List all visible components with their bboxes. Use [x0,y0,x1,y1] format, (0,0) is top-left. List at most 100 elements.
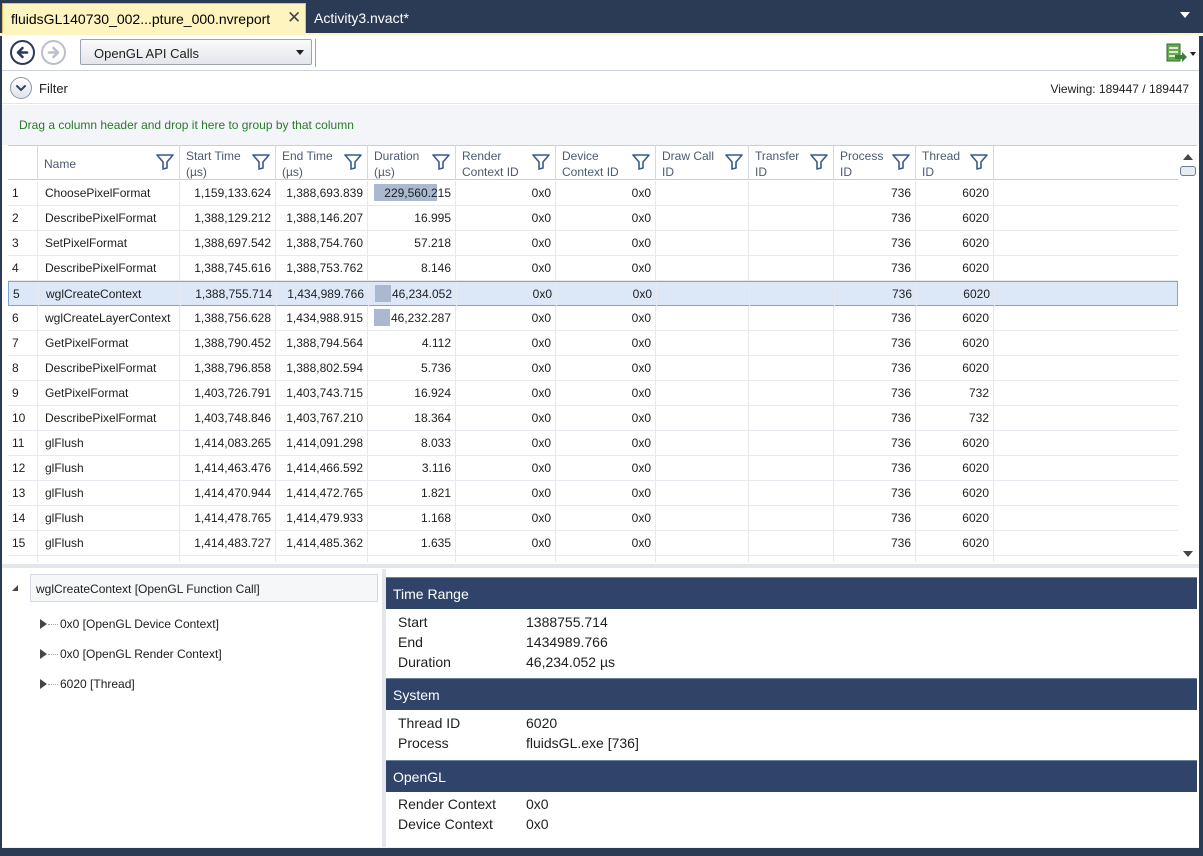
column-header[interactable]: Device Context ID [556,146,656,180]
cell-start: 1,388,755.714 [181,282,277,307]
document-tab-strip: fluidsGL140730_002...pture_000.nvreport … [0,0,1203,34]
cell-draw [657,282,750,307]
group-by-panel[interactable]: Drag a column header and drop it here to… [2,105,1199,145]
column-header[interactable]: Transfer ID [749,146,834,180]
row-index: 4 [8,256,38,281]
table-row[interactable]: 16glFlush1,414,489.1251,414,490.2281.103… [8,556,1178,562]
horizontal-splitter[interactable] [2,564,1199,568]
table-row[interactable]: 12 glFlush 1,414,463.476 1,414,466.592 3.116… [8,456,1178,481]
prop-thread-id: Thread ID 6020 [386,713,1197,733]
collapse-triangle-icon[interactable] [12,585,18,591]
column-header[interactable]: End Time (µs) [276,146,368,180]
cell-device: 0x0 [556,181,656,206]
column-header[interactable]: Draw Call ID [656,146,749,180]
filter-funnel-icon[interactable] [632,154,650,170]
column-header[interactable]: Duration (µs) [368,146,456,180]
table-row[interactable]: 4 DescribePixelFormat 1,388,745.616 1,388,7… [8,256,1178,281]
filter-funnel-icon[interactable] [156,154,174,170]
table-row[interactable]: 14 glFlush 1,414,478.765 1,414,479.933 1.168… [8,506,1178,531]
cell-duration: 57.218 [368,231,456,256]
cell-end: 1,414,485.362 [276,531,368,556]
expand-triangle-icon[interactable] [40,619,47,629]
table-row[interactable]: 2 DescribePixelFormat 1,388,129.212 1,388,1… [8,206,1178,231]
column-header[interactable]: Start Time (µs) [180,146,276,180]
cell-device: 0x0 [556,356,656,381]
table-row[interactable]: 13 glFlush 1,414,470.944 1,414,472.765 1.821… [8,481,1178,506]
filter-funnel-icon[interactable] [432,154,450,170]
column-header-line1: Thread [922,149,961,163]
table-row[interactable]: 5 wglCreateContext 1,388,755.714 1,434,989.… [8,281,1178,307]
filter-expand-button[interactable] [10,77,32,99]
cell-process: 736 [834,531,916,556]
column-header[interactable]: Name [38,146,180,180]
column-header[interactable]: Render Context ID [456,146,556,180]
prop-value: 6020 [526,715,558,731]
tab-overflow-chevron-icon[interactable] [1180,12,1190,18]
scrollbar-thumb[interactable] [1180,166,1196,176]
tree-node-device-context[interactable]: 0x0 [OpenGL Device Context] [38,613,368,637]
column-header-label: Thread ID [922,148,1012,180]
filter-funnel-icon[interactable] [252,154,270,170]
prop-value: 0x0 [526,796,549,812]
filter-funnel-icon[interactable] [892,154,910,170]
filter-funnel-icon[interactable] [810,154,828,170]
column-header-line1: Draw Call [662,149,715,163]
table-row[interactable]: 9 GetPixelFormat 1,403,726.791 1,403,743.71… [8,381,1178,406]
table-row[interactable]: 1 ChoosePixelFormat 1,159,133.624 1,388,693… [8,181,1178,206]
filter-funnel-icon[interactable] [344,154,362,170]
row-index: 11 [8,431,38,456]
cell-transfer [749,456,834,481]
expand-triangle-icon[interactable] [40,679,47,689]
filter-funnel-icon[interactable] [725,154,743,170]
cell-duration: 1.168 [368,506,456,531]
filter-funnel-icon[interactable] [970,154,988,170]
section-time-range[interactable]: Time Range [386,577,1197,609]
cell-device: 0x0 [556,531,656,556]
cell-thread: 6020 [916,331,994,356]
column-header[interactable]: Process ID [834,146,916,180]
close-icon[interactable]: ✕ [287,9,301,26]
expand-triangle-icon[interactable] [40,649,47,659]
column-header[interactable]: Thread ID [916,146,994,180]
cell-start: 1,403,748.846 [180,406,276,431]
filter-funnel-icon[interactable] [532,154,550,170]
table-row[interactable]: 10 DescribePixelFormat 1,403,748.846 1,403,… [8,406,1178,431]
cell-render: 0x0 [456,331,556,356]
cell-draw [656,506,749,531]
table-row[interactable]: 6 wglCreateLayerContext 1,388,756.628 1,434… [8,306,1178,331]
view-selector-dropdown[interactable]: OpenGL API Calls [80,39,312,65]
cell-duration: 18.364 [368,406,456,431]
row-index: 12 [8,456,38,481]
duration-bar [374,309,390,326]
table-row[interactable]: 7 GetPixelFormat 1,388,790.452 1,388,794.56… [8,331,1178,356]
cell-transfer [749,481,834,506]
table-row[interactable]: 11 glFlush 1,414,083.265 1,414,091.298 8.033… [8,431,1178,456]
table-row[interactable]: 8 DescribePixelFormat 1,388,796.858 1,388,8… [8,356,1178,381]
section-system[interactable]: System [386,678,1197,710]
tree-node-thread[interactable]: 6020 [Thread] [38,673,368,697]
status-strip [0,848,1203,856]
tree-node-render-context[interactable]: 0x0 [OpenGL Render Context] [38,643,368,667]
tab-nvact[interactable]: Activity3.nvact* [308,3,428,33]
scroll-down-icon[interactable] [1183,551,1193,557]
cell-process: 736 [834,556,916,562]
cell-transfer [749,256,834,281]
forward-button[interactable] [41,40,66,65]
row-index: 10 [8,406,38,431]
cell-name: glFlush [38,506,180,531]
table-row[interactable]: 3 SetPixelFormat 1,388,697.542 1,388,754.76… [8,231,1178,256]
scroll-up-icon[interactable] [1183,154,1193,160]
row-index: 1 [8,181,38,206]
section-opengl[interactable]: OpenGL [386,760,1197,792]
export-button[interactable] [1164,41,1198,65]
cell-process: 736 [834,381,916,406]
tab-nvreport[interactable]: fluidsGL140730_002...pture_000.nvreport … [2,3,306,34]
cell-name: glFlush [38,456,180,481]
table-row[interactable]: 15 glFlush 1,414,483.727 1,414,485.362 1.635… [8,531,1178,556]
cell-render: 0x0 [456,231,556,256]
tree-root-node[interactable]: wglCreateContext [OpenGL Function Call] [30,574,378,602]
back-button[interactable] [10,40,35,65]
vertical-scrollbar[interactable] [1178,146,1197,562]
column-header-line2: (µs) [282,165,303,179]
prop-key: Thread ID [398,715,461,731]
